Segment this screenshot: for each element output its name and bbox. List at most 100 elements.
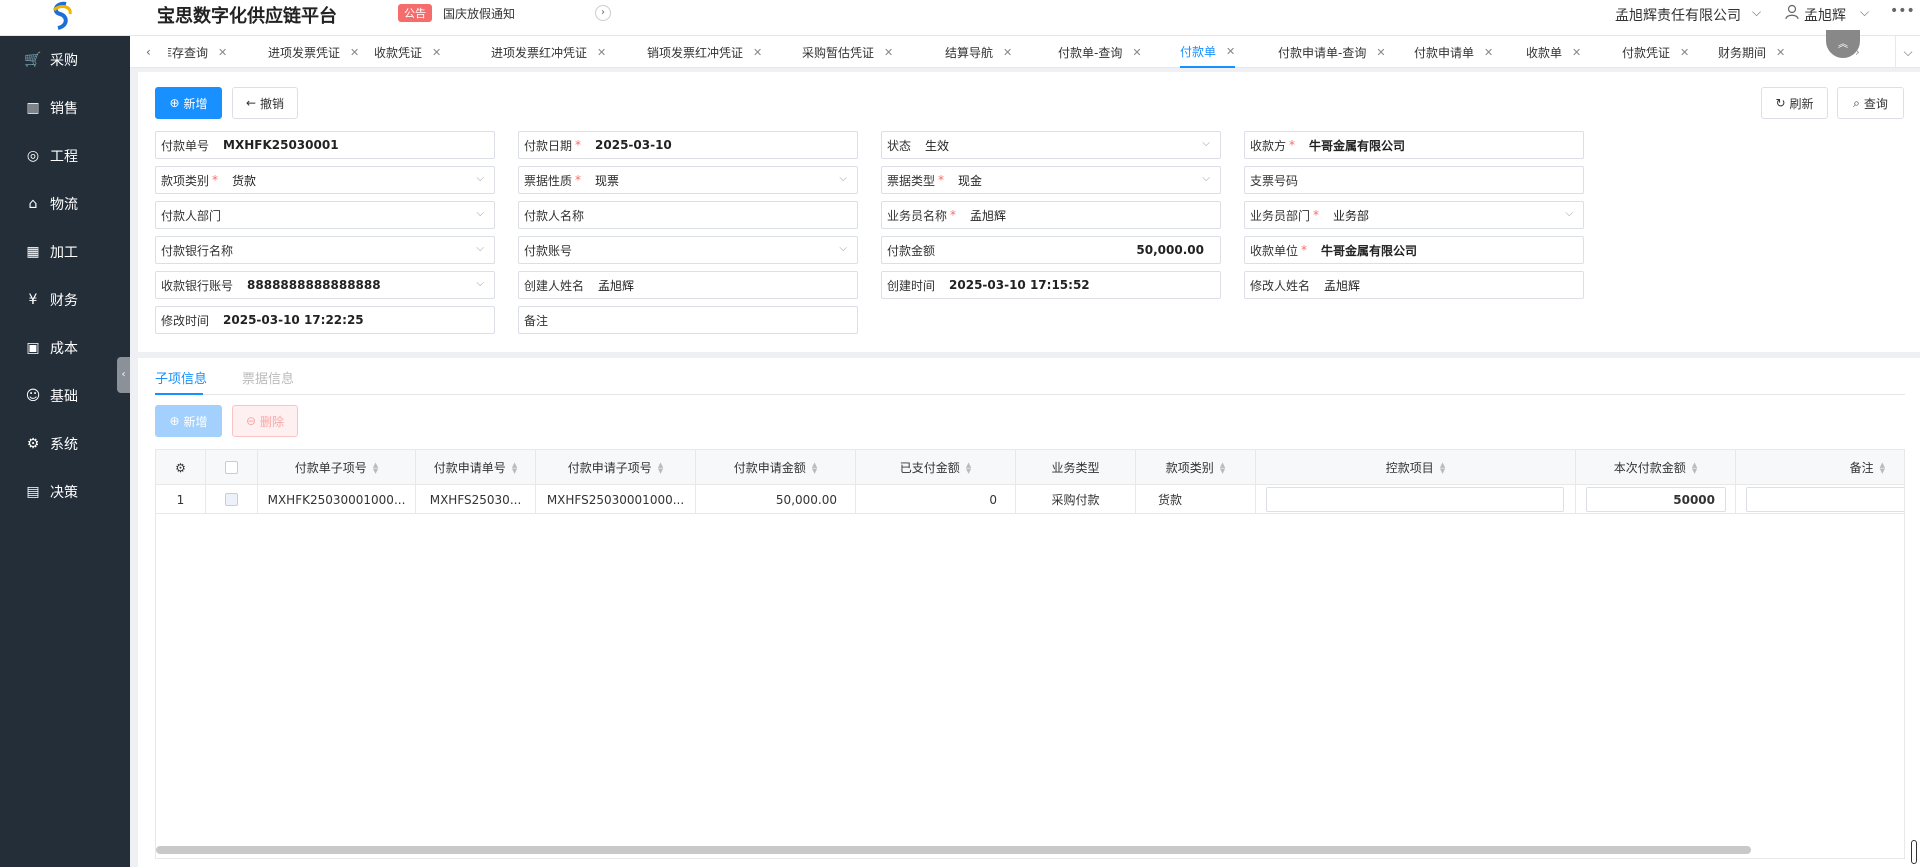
tab-item[interactable]: 付款申请单 ✕	[1414, 36, 1493, 68]
tab-item[interactable]: 付款单 ✕	[1180, 36, 1236, 68]
receive-unit-field[interactable]: 收款单位 * 牛哥金属有限公司	[1244, 236, 1584, 264]
tab-item[interactable]: 财务期间 ✕	[1718, 36, 1785, 68]
pay-no-field[interactable]: 付款单号 MXHFK25030001	[155, 131, 495, 159]
tab-item[interactable]: 销项发票红冲凭证 ✕	[647, 36, 762, 68]
sidebar-item-5[interactable]: ¥ 财务	[0, 276, 130, 324]
tab-item[interactable]: 结算导航 ✕	[945, 36, 1012, 68]
col-header-paid-amount[interactable]: 已支付金额 ▲ ▼	[856, 450, 1016, 485]
close-icon[interactable]: ✕	[1226, 45, 1235, 58]
tab-item[interactable]: 收款单 ✕	[1526, 36, 1581, 68]
col-header-control-item[interactable]: 控款项目 ▲ ▼	[1256, 450, 1576, 485]
creator-field[interactable]: 创建人姓名 孟旭辉	[518, 271, 858, 299]
close-icon[interactable]: ✕	[432, 46, 441, 59]
salesman-dept-select[interactable]: 业务员部门 * 业务部 ⌵	[1244, 201, 1584, 229]
table-row[interactable]: 1 MXHFK25030001000... MXHFS25030... MXHF…	[156, 485, 1904, 514]
col-header-this-amount[interactable]: 本次付款金额 ▲ ▼	[1576, 450, 1736, 485]
more-icon[interactable]: •••	[1890, 3, 1915, 19]
sidebar-collapse-icon[interactable]: ‹	[117, 357, 130, 393]
query-button[interactable]: ⌕ 查询	[1837, 87, 1904, 119]
chevron-down-icon[interactable]: ⌵	[1860, 5, 1869, 20]
sidebar-item-9[interactable]: ▤ 决策	[0, 468, 130, 516]
pay-amount-field[interactable]: 付款金额 50,000.00	[881, 236, 1221, 264]
sidebar-item-6[interactable]: ▣ 成本	[0, 324, 130, 372]
receive-account-select[interactable]: 收款银行账号 8888888888888888 ⌵	[155, 271, 495, 299]
chevron-down-icon[interactable]: ⌵	[1752, 5, 1761, 20]
tab-item[interactable]: 库存查询 ✕	[168, 36, 227, 68]
pay-bank-select[interactable]: 付款银行名称 ⌵	[155, 236, 495, 264]
close-icon[interactable]: ✕	[218, 46, 227, 59]
tab-bill-info[interactable]: 票据信息	[242, 368, 294, 387]
cancel-button[interactable]: ← 撤销	[232, 87, 298, 119]
tab-scroll-left-icon[interactable]: ‹	[146, 45, 151, 59]
payer-name-field[interactable]: 付款人名称	[518, 201, 858, 229]
tab-scroll-right-icon[interactable]: ›	[1855, 45, 1860, 59]
col-header-apply-no[interactable]: 付款申请单号 ▲ ▼	[416, 450, 536, 485]
fund-type-select[interactable]: 款项类别 * 货款 ⌵	[155, 166, 495, 194]
tab-item[interactable]: 付款申请单-查询 ✕	[1278, 36, 1386, 68]
detail-delete-button[interactable]: ⊖ 删除	[232, 405, 298, 437]
column-settings-icon[interactable]: ⚙	[156, 450, 206, 485]
col-header-biz-type[interactable]: 业务类型	[1016, 450, 1136, 485]
pay-date-field[interactable]: 付款日期 * 2025-03-10	[518, 131, 858, 159]
close-icon[interactable]: ✕	[1376, 46, 1385, 59]
tab-label: 收款凭证	[374, 45, 423, 60]
status-select[interactable]: 状态 生效 ⌵	[881, 131, 1221, 159]
company-selector[interactable]: 孟旭辉责任有限公司	[1615, 5, 1741, 25]
payee-field[interactable]: 收款方 * 牛哥金属有限公司	[1244, 131, 1584, 159]
add-button[interactable]: ⊕ 新增	[155, 87, 222, 119]
close-icon[interactable]: ✕	[1572, 46, 1581, 59]
remark-input[interactable]	[1746, 487, 1904, 512]
close-icon[interactable]: ✕	[1003, 46, 1012, 59]
sidebar-item-8[interactable]: ⚙ 系统	[0, 420, 130, 468]
tab-item[interactable]: 付款凭证 ✕	[1622, 36, 1689, 68]
sidebar-item-3[interactable]: ⌂ 物流	[0, 180, 130, 228]
sidebar-item-2[interactable]: ◎ 工程	[0, 132, 130, 180]
col-header-remark[interactable]: 备注 ▲ ▼	[1736, 450, 1904, 485]
tab-item[interactable]: 进项发票凭证 ✕	[268, 36, 359, 68]
cheque-no-field[interactable]: 支票号码	[1244, 166, 1584, 194]
modifier-field[interactable]: 修改人姓名 孟旭辉	[1244, 271, 1584, 299]
tab-item[interactable]: 付款单-查询 ✕	[1058, 36, 1142, 68]
sidebar-item-1[interactable]: ▥ 销售	[0, 84, 130, 132]
horizontal-scrollbar[interactable]	[156, 846, 1751, 854]
sidebar-item-7[interactable]: ☺ 基础	[0, 372, 130, 420]
close-icon[interactable]: ✕	[350, 46, 359, 59]
col-header-apply-amount[interactable]: 付款申请金额 ▲ ▼	[696, 450, 856, 485]
tab-sub-items[interactable]: 子项信息	[155, 368, 207, 387]
row-checkbox[interactable]	[206, 485, 258, 514]
close-icon[interactable]: ✕	[1484, 46, 1493, 59]
control-item-input[interactable]	[1266, 487, 1564, 512]
close-icon[interactable]: ✕	[597, 46, 606, 59]
sidebar-item-0[interactable]: 🛒 采购	[0, 36, 130, 84]
remark-field[interactable]: 备注	[518, 306, 858, 334]
detail-add-button[interactable]: ⊕ 新增	[155, 405, 222, 437]
select-all-checkbox[interactable]	[206, 450, 258, 485]
col-header-fund-type[interactable]: 款项类别 ▲ ▼	[1136, 450, 1256, 485]
bill-type-select[interactable]: 票据类型 * 现金 ⌵	[881, 166, 1221, 194]
cell-apply-amount: 50,000.00	[696, 485, 856, 514]
tab-menu-chevron-icon[interactable]: ⌵	[1895, 36, 1920, 68]
close-icon[interactable]: ✕	[884, 46, 893, 59]
create-time-field[interactable]: 创建时间 2025-03-10 17:15:52	[881, 271, 1221, 299]
col-header-apply-item-no[interactable]: 付款申请子项号 ▲ ▼	[536, 450, 696, 485]
vertical-scrollbar[interactable]	[1911, 840, 1917, 864]
tab-item[interactable]: 进项发票红冲凭证 ✕	[491, 36, 606, 68]
close-icon[interactable]: ✕	[753, 46, 762, 59]
salesman-name-field[interactable]: 业务员名称 * 孟旭辉	[881, 201, 1221, 229]
notice-next-icon[interactable]: ›	[595, 5, 611, 21]
user-menu[interactable]: 孟旭辉	[1804, 5, 1846, 25]
close-icon[interactable]: ✕	[1776, 46, 1785, 59]
close-icon[interactable]: ✕	[1132, 46, 1141, 59]
modify-time-field[interactable]: 修改时间 2025-03-10 17:22:25	[155, 306, 495, 334]
this-amount-input[interactable]: 50000	[1586, 487, 1726, 512]
sidebar-item-4[interactable]: ▦ 加工	[0, 228, 130, 276]
tab-item[interactable]: 采购暂估凭证 ✕	[802, 36, 893, 68]
pay-account-select[interactable]: 付款账号 ⌵	[518, 236, 858, 264]
refresh-button[interactable]: ↻ 刷新	[1761, 87, 1828, 119]
tab-item[interactable]: 收款凭证 ✕	[374, 36, 441, 68]
bill-nature-select[interactable]: 票据性质 * 现票 ⌵	[518, 166, 858, 194]
payer-dept-select[interactable]: 付款人部门 ⌵	[155, 201, 495, 229]
close-icon[interactable]: ✕	[1680, 46, 1689, 59]
col-header-item-no[interactable]: 付款单子项号 ▲ ▼	[258, 450, 416, 485]
notice-text[interactable]: 国庆放假通知	[443, 5, 515, 22]
